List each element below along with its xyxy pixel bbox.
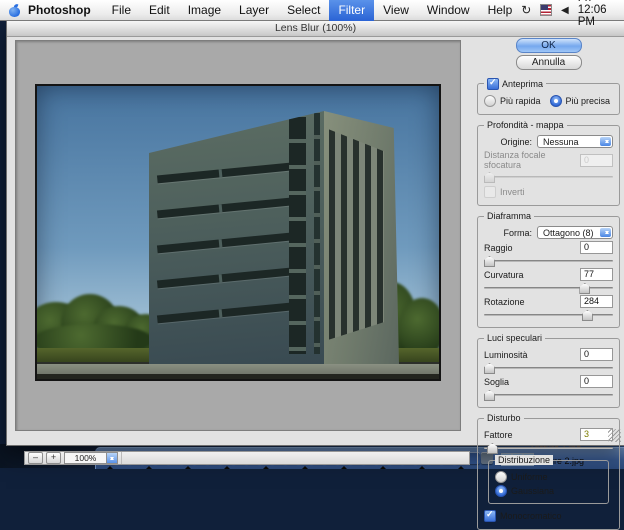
shape-popup-value: Ottagono (8) xyxy=(543,228,594,238)
menu-item-layer[interactable]: Layer xyxy=(230,0,278,21)
blade-curvature-slider[interactable] xyxy=(484,283,613,292)
input-language-flag-icon[interactable] xyxy=(540,4,552,16)
menu-item-view[interactable]: View xyxy=(374,0,418,21)
menu-item-filter[interactable]: Filter xyxy=(329,0,374,21)
more-accurate-radio[interactable] xyxy=(550,95,562,107)
apple-body-icon xyxy=(9,7,20,17)
lens-blur-dialog: Lens Blur (100%) xyxy=(6,20,624,446)
slider-thumb[interactable] xyxy=(484,256,495,267)
zoom-level-value: 100% xyxy=(65,453,106,463)
sync-icon[interactable]: ↻ xyxy=(521,3,531,17)
blur-focal-distance-label: Distanza focale sfocatura xyxy=(484,150,580,170)
distribution-title: Distribuzione xyxy=(495,455,553,465)
slider-thumb[interactable] xyxy=(487,443,498,454)
zoom-status-bar: – + 100% xyxy=(24,451,470,465)
ok-button[interactable]: OK xyxy=(516,38,582,53)
preview-image[interactable] xyxy=(35,84,441,381)
radius-field[interactable]: 0 xyxy=(580,241,613,254)
building-side-face xyxy=(324,111,399,364)
depth-map-group: Profondità - mappa Origine: Nessuna Dist… xyxy=(477,125,620,206)
controls-panel: OK Annulla Anteprima Più rapida Più prec… xyxy=(477,36,620,530)
volume-icon[interactable]: ◀ xyxy=(561,5,569,16)
specular-highlights-group: Luci speculari Luminosità 0 Soglia 0 xyxy=(477,338,620,408)
faster-label: Più rapida xyxy=(500,96,541,106)
radius-label: Raggio xyxy=(484,243,580,253)
rotation-field[interactable]: 284 xyxy=(580,295,613,308)
source-popup[interactable]: Nessuna xyxy=(537,135,613,148)
monochromatic-label: Monocromatico xyxy=(500,511,562,521)
invert-checkbox xyxy=(484,186,496,198)
threshold-label: Soglia xyxy=(484,377,580,387)
slider-thumb[interactable] xyxy=(484,390,495,401)
popup-down-arrow-icon xyxy=(605,231,609,236)
menu-item-select[interactable]: Select xyxy=(278,0,329,21)
source-label: Origine: xyxy=(484,137,532,147)
cancel-button[interactable]: Annulla xyxy=(516,55,582,70)
gaussian-radio[interactable] xyxy=(495,485,507,497)
brightness-field[interactable]: 0 xyxy=(580,348,613,361)
zoom-stepper[interactable] xyxy=(106,453,117,463)
shape-label: Forma: xyxy=(484,228,532,238)
blur-focal-distance-slider xyxy=(484,172,613,181)
amount-slider[interactable] xyxy=(484,443,613,452)
blade-curvature-label: Curvatura xyxy=(484,270,580,280)
zoom-in-button[interactable]: + xyxy=(46,452,61,464)
status-bar-filler xyxy=(121,452,466,464)
curb-strip xyxy=(37,374,439,379)
preview-group: Anteprima Più rapida Più precisa xyxy=(477,83,620,115)
slider-thumb[interactable] xyxy=(484,363,495,374)
menu-status-area: ↻ ◀ Fri 12:06 PM xyxy=(521,0,624,28)
brightness-slider[interactable] xyxy=(484,363,613,372)
uniform-radio[interactable] xyxy=(495,471,507,483)
building-front-face xyxy=(149,111,324,364)
building-window-strips xyxy=(329,125,384,344)
menu-item-file[interactable]: File xyxy=(103,0,140,21)
zoom-out-button[interactable]: – xyxy=(28,452,43,464)
zoom-level-field[interactable]: 100% xyxy=(64,452,118,464)
blur-focal-distance-field: 0 xyxy=(580,154,613,167)
threshold-slider[interactable] xyxy=(484,390,613,399)
menu-clock[interactable]: Fri 12:06 PM xyxy=(578,0,621,28)
shape-popup[interactable]: Ottagono (8) xyxy=(537,226,613,239)
slider-thumb[interactable] xyxy=(582,310,593,321)
window-resize-grip[interactable] xyxy=(608,429,621,442)
preview-area: – + 100% xyxy=(15,40,461,431)
iris-title: Diaframma xyxy=(484,211,534,221)
menu-item-edit[interactable]: Edit xyxy=(140,0,179,21)
noise-group: Disturbo Fattore 3 Distribuzione Uniform… xyxy=(477,418,620,530)
distribution-group: Distribuzione Uniforme Gaussiana xyxy=(488,460,609,504)
iris-group: Diaframma Forma: Ottagono (8) Raggio 0 C… xyxy=(477,216,620,328)
popup-down-arrow-icon xyxy=(605,140,609,145)
gaussian-label: Gaussiana xyxy=(511,486,554,496)
source-popup-value: Nessuna xyxy=(543,137,579,147)
screen: { "menu_bar": { "items": ["Photoshop","F… xyxy=(0,0,624,468)
uniform-label: Uniforme xyxy=(511,472,548,482)
monochromatic-checkbox[interactable] xyxy=(484,510,496,522)
building-window-column xyxy=(289,117,306,354)
invert-label: Inverti xyxy=(500,187,525,197)
rotation-label: Rotazione xyxy=(484,297,580,307)
radius-slider[interactable] xyxy=(484,256,613,265)
menu-item-window[interactable]: Window xyxy=(418,0,479,21)
preview-checkbox[interactable] xyxy=(487,78,499,90)
menu-item-photoshop[interactable]: Photoshop xyxy=(19,0,103,21)
amount-label: Fattore xyxy=(484,430,580,440)
slider-thumb[interactable] xyxy=(579,283,590,294)
building-window-column xyxy=(314,113,320,354)
depth-map-title: Profondità - mappa xyxy=(484,120,567,130)
brightness-label: Luminosità xyxy=(484,350,580,360)
menu-item-image[interactable]: Image xyxy=(179,0,230,21)
menu-bar: Photoshop File Edit Image Layer Select F… xyxy=(0,0,624,21)
menu-item-help[interactable]: Help xyxy=(479,0,522,21)
blade-curvature-field[interactable]: 77 xyxy=(580,268,613,281)
noise-title: Disturbo xyxy=(484,413,524,423)
specular-highlights-title: Luci speculari xyxy=(484,333,545,343)
preview-group-title: Anteprima xyxy=(502,79,543,89)
faster-radio[interactable] xyxy=(484,95,496,107)
threshold-field[interactable]: 0 xyxy=(580,375,613,388)
rotation-slider[interactable] xyxy=(484,310,613,319)
slider-thumb xyxy=(484,172,495,183)
more-accurate-label: Più precisa xyxy=(566,96,611,106)
